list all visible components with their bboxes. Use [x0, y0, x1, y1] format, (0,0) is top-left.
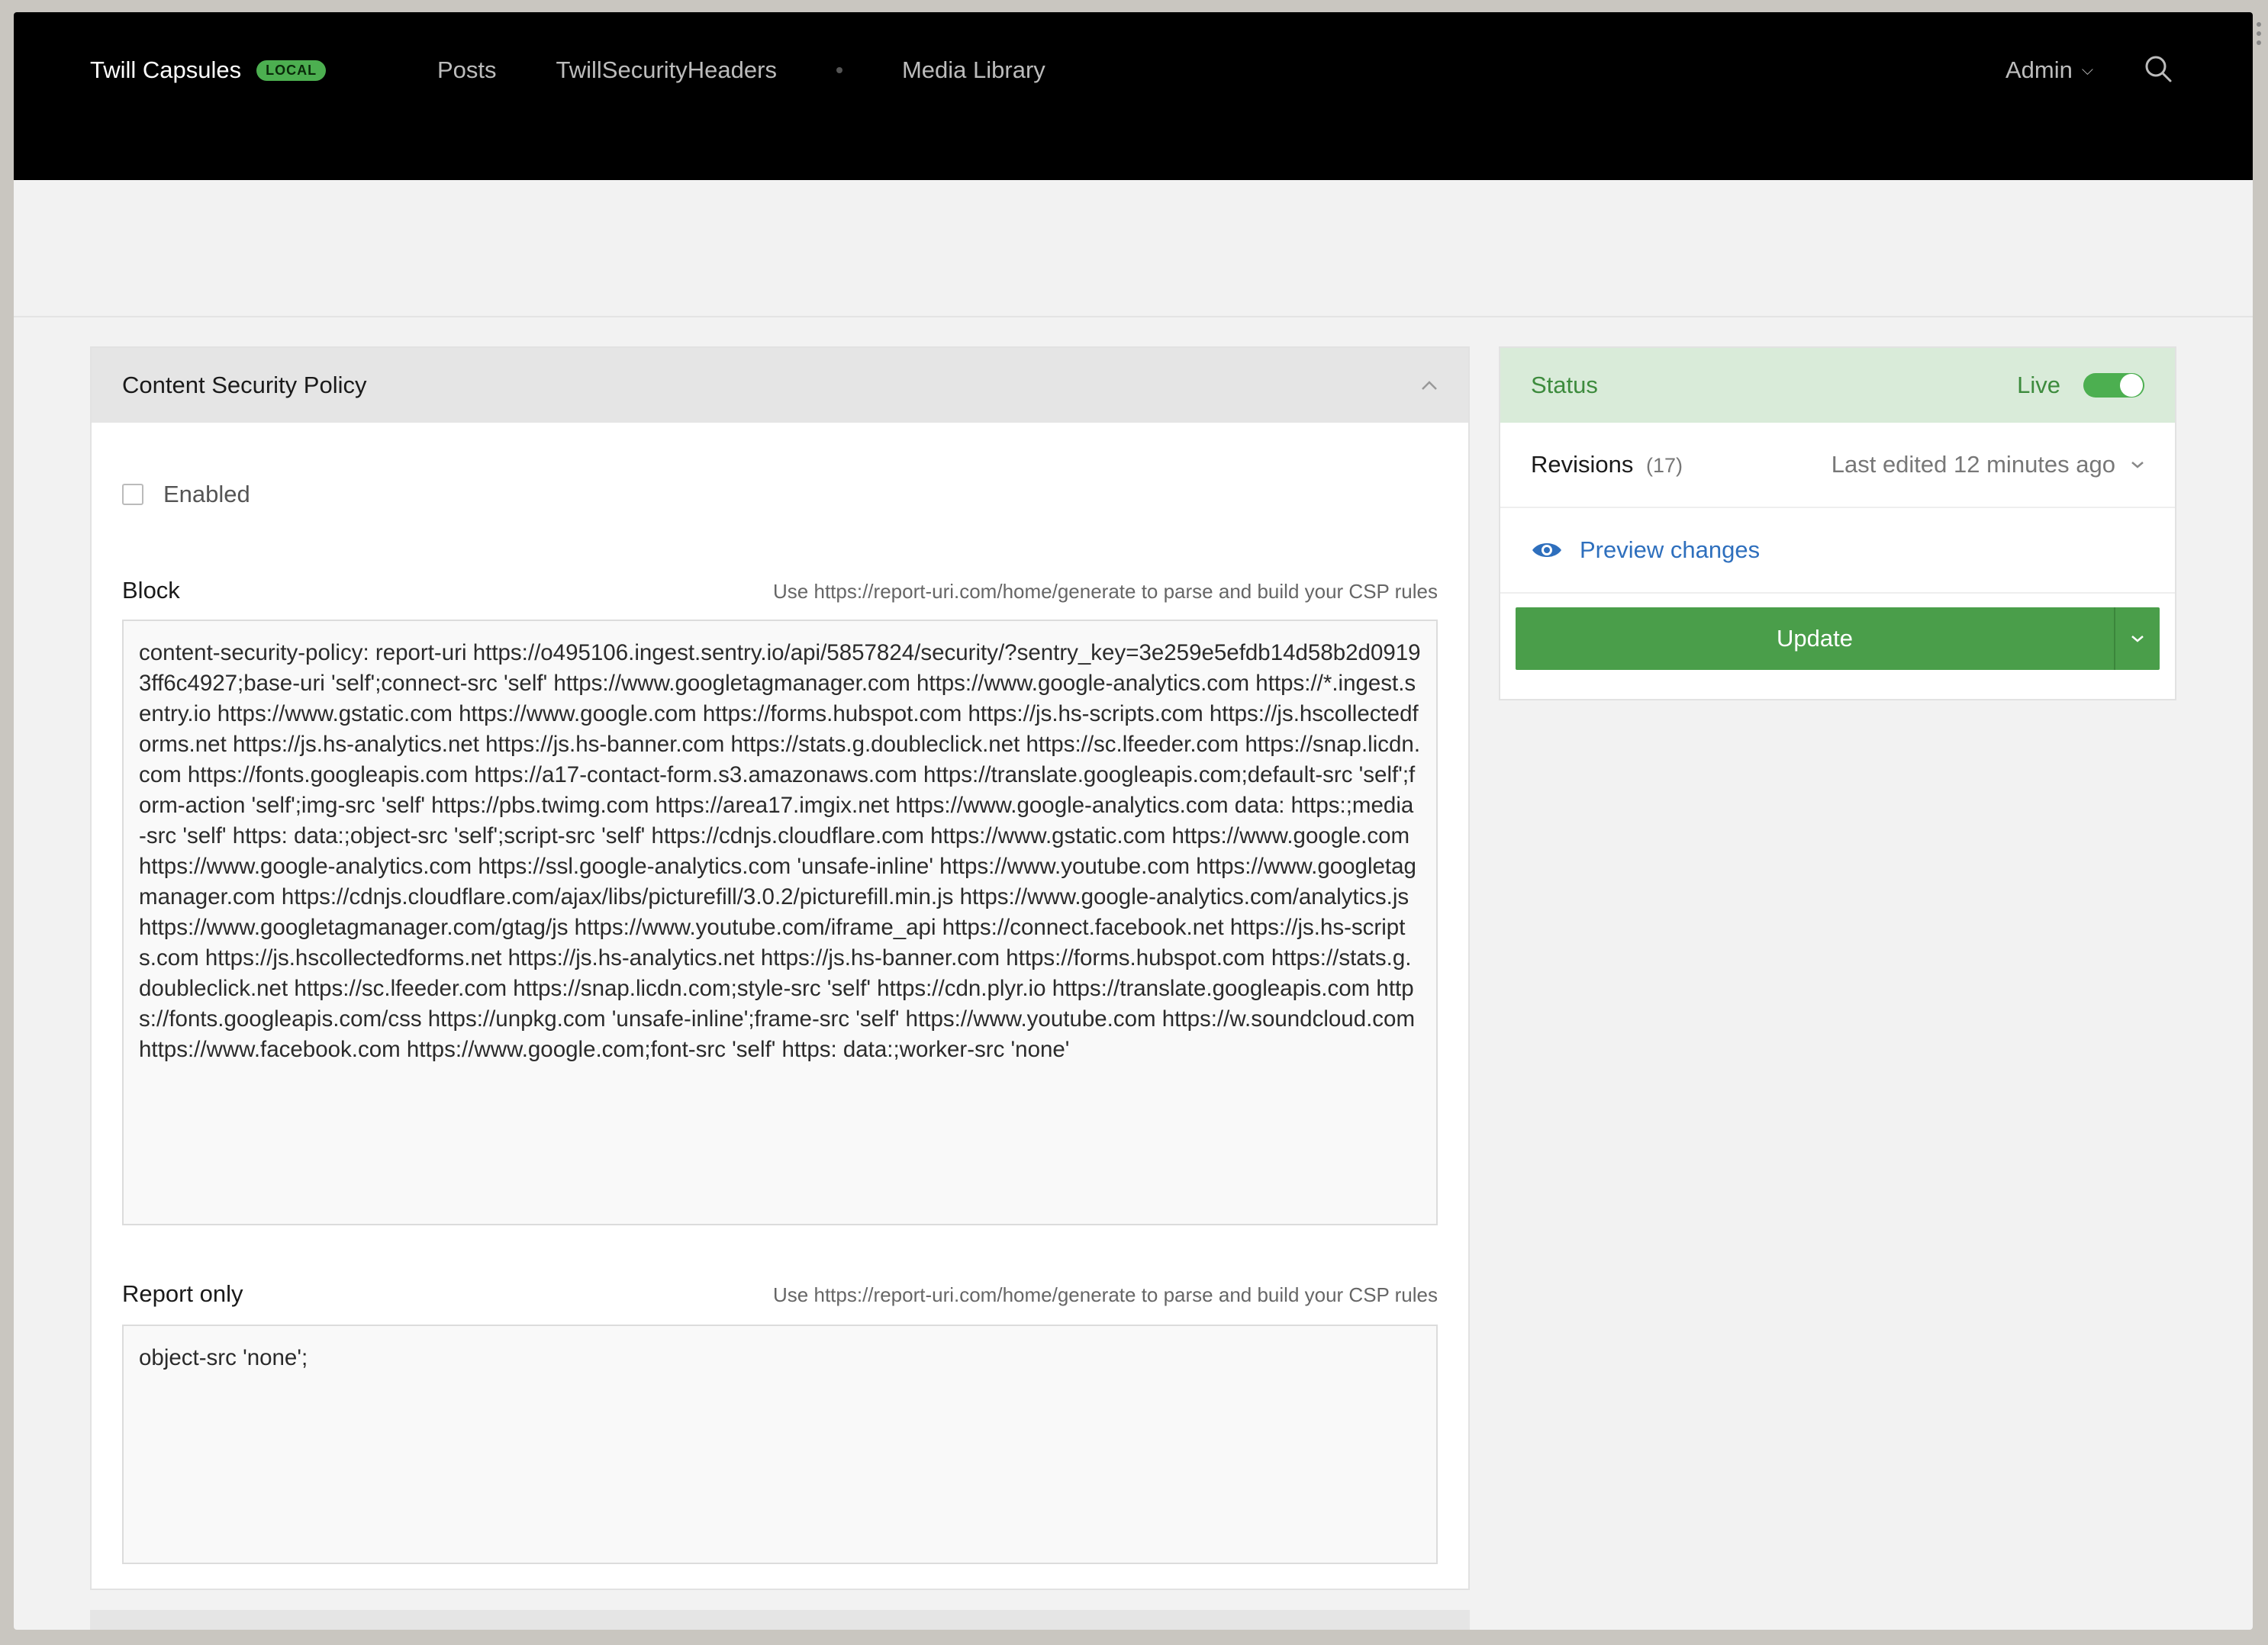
update-button-group: Update	[1516, 607, 2160, 670]
report-only-hint: Use https://report-uri.com/home/generate…	[773, 1283, 1438, 1306]
chevron-up-icon[interactable]	[1421, 380, 1438, 391]
enabled-row[interactable]: Enabled	[122, 481, 250, 508]
report-only-label: Report only	[122, 1280, 243, 1307]
block-textarea[interactable]: content-security-policy: report-uri http…	[122, 620, 1438, 1225]
next-panel-edge	[90, 1610, 1470, 1630]
block-hint: Use https://report-uri.com/home/generate…	[773, 580, 1438, 603]
block-label: Block	[122, 577, 180, 604]
revisions-count: (17)	[1646, 454, 1683, 477]
user-menu-label: Admin	[2005, 56, 2073, 83]
chevron-down-icon	[2131, 462, 2144, 468]
revisions-row[interactable]: Revisions (17) Last edited 12 minutes ag…	[1500, 423, 2175, 508]
csp-panel-title: Content Security Policy	[122, 372, 367, 398]
chevron-down-icon	[2131, 636, 2144, 642]
last-edited: Last edited 12 minutes ago	[1831, 451, 2144, 478]
user-menu[interactable]: Admin ⌵	[2005, 56, 2093, 84]
report-only-textarea[interactable]: object-src 'none';	[122, 1325, 1438, 1564]
window-resize-handle[interactable]	[2256, 21, 2262, 49]
enabled-label: Enabled	[163, 481, 250, 507]
nav-separator-dot	[836, 67, 842, 73]
csp-panel: Content Security Policy Enabled Block Us…	[90, 346, 1470, 1590]
search-icon[interactable]	[2143, 53, 2173, 84]
status-row: Status Live	[1500, 348, 2175, 423]
live-label: Live	[2017, 372, 2060, 398]
status-label: Status	[1531, 372, 1598, 398]
nav-item-posts[interactable]: Posts	[437, 56, 497, 84]
live-toggle[interactable]	[2083, 373, 2144, 398]
update-button[interactable]: Update	[1516, 607, 2114, 670]
eye-icon	[1532, 543, 1561, 557]
last-edited-text: Last edited 12 minutes ago	[1831, 451, 2115, 478]
publish-sidebar: Status Live Revisions (17) Last edited 1…	[1499, 346, 2176, 700]
update-options-button[interactable]	[2114, 607, 2160, 670]
nav-item-media-library[interactable]: Media Library	[902, 56, 1045, 84]
revisions-label: Revisions	[1531, 451, 1634, 478]
nav-item-security-headers[interactable]: TwillSecurityHeaders	[556, 56, 777, 84]
chevron-down-icon: ⌵	[2081, 61, 2094, 79]
revisions: Revisions (17)	[1531, 451, 1683, 478]
live-toggle-wrap: Live	[2017, 372, 2144, 399]
toggle-knob	[2120, 374, 2143, 397]
csp-panel-header[interactable]: Content Security Policy	[92, 348, 1468, 423]
top-navigation: Twill Capsules LOCAL Posts TwillSecurity…	[14, 12, 2253, 180]
main-nav: Posts TwillSecurityHeaders Media Library	[437, 56, 1105, 84]
app-window: Twill Capsules LOCAL Posts TwillSecurity…	[14, 12, 2253, 1630]
brand[interactable]: Twill Capsules LOCAL	[90, 56, 327, 84]
preview-changes-label: Preview changes	[1580, 536, 1761, 563]
preview-changes-link[interactable]: Preview changes	[1500, 508, 2175, 594]
brand-name: Twill Capsules	[90, 56, 242, 83]
title-bar	[14, 180, 2253, 317]
enabled-checkbox[interactable]	[122, 484, 143, 505]
env-badge: LOCAL	[256, 60, 327, 81]
